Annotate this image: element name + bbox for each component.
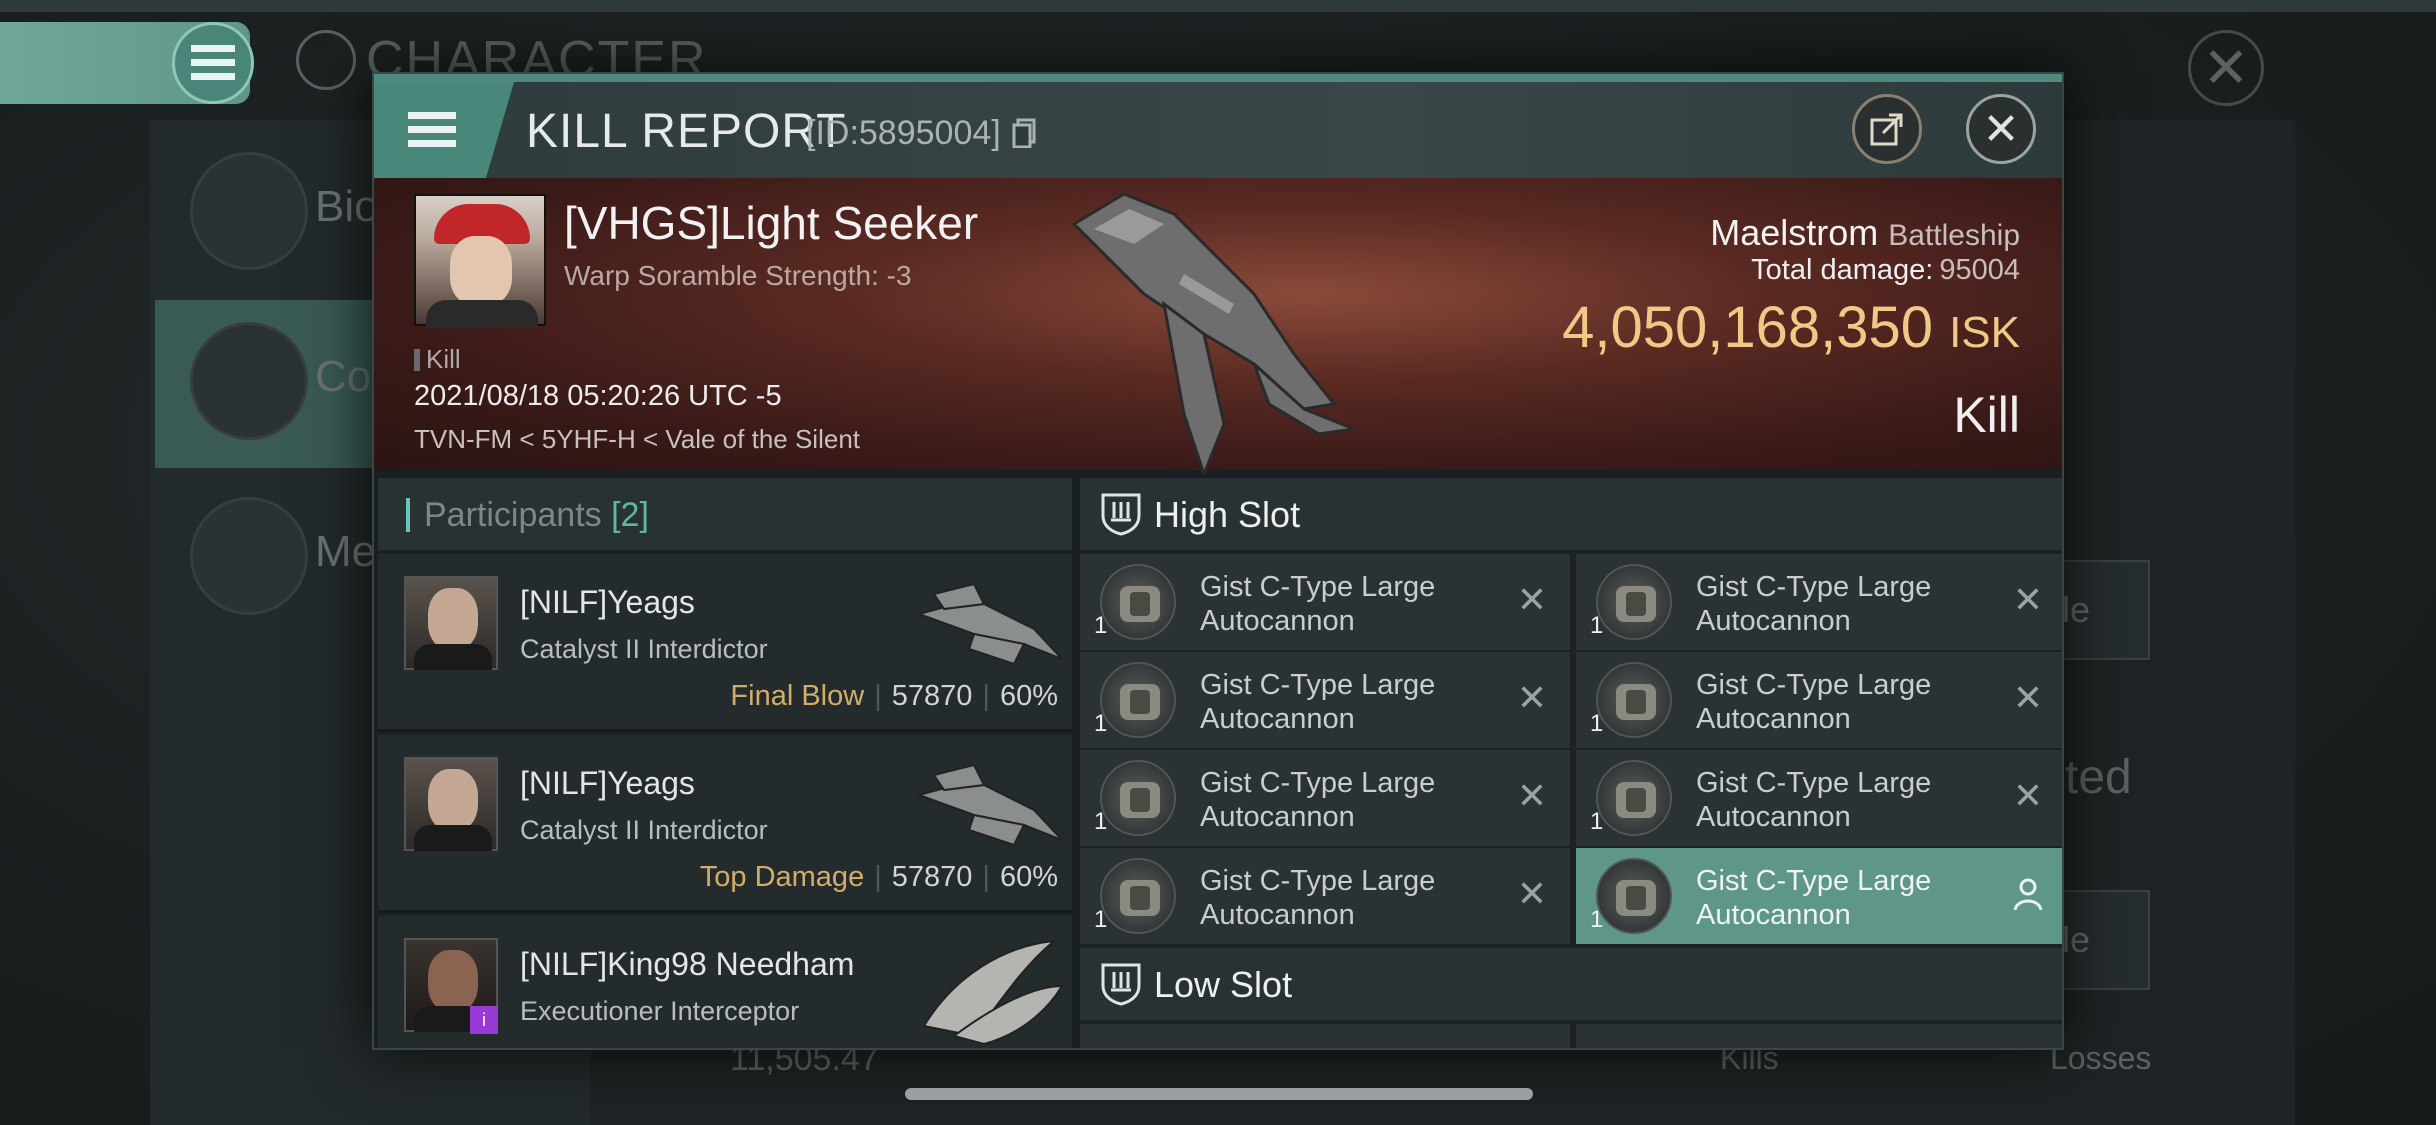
participant-row[interactable]: [NILF]Yeags Catalyst II Interdictor Top … [378, 735, 1072, 913]
participants-count: [2] [611, 496, 649, 534]
participant-row[interactable]: [NILF]Yeags Catalyst II Interdictor Fina… [378, 554, 1072, 732]
autocannon-icon [1100, 662, 1176, 738]
bg-close-button[interactable]: ✕ [2188, 30, 2264, 106]
victim-name[interactable]: [VHGS]Light Seeker [564, 196, 978, 250]
share-button[interactable] [1852, 94, 1922, 164]
dropped-person-icon [2013, 878, 2043, 911]
module-item[interactable]: 1 Gist C-Type Large Autocannon ✕ [1576, 652, 2062, 748]
participant-ship-image [922, 939, 1064, 1046]
high-slot-icon [1101, 493, 1141, 536]
home-indicator [905, 1088, 1533, 1100]
kill-location[interactable]: TVN-FM < 5YHF-H < Vale of the Silent [414, 424, 860, 455]
destroyed-x-icon: ✕ [2012, 579, 2044, 620]
module-quantity: 1 [1094, 808, 1108, 835]
kill-id[interactable]: [ID:5895004] [806, 114, 1036, 153]
total-damage: Total damage: 95004 [1751, 254, 2020, 286]
bg-menu-button[interactable] [172, 22, 254, 104]
star-icon [190, 497, 308, 615]
autocannon-icon [1596, 662, 1672, 738]
kill-report-dialog: KILL REPORT [ID:5895004] ✕ [VHGS]Light S… [372, 72, 2064, 1050]
close-button[interactable]: ✕ [1966, 94, 2036, 164]
module-name: Gist C-Type Large Autocannon [1696, 767, 1932, 833]
victim-ship-image [1071, 192, 1360, 474]
copy-icon[interactable] [1012, 118, 1036, 149]
module-item[interactable]: 1 Gist C-Type Large Autocannon [1576, 848, 2062, 944]
module-name: Gist C-Type Large Autocannon [1200, 865, 1436, 931]
avatar [404, 757, 498, 851]
participants-label: Participants [424, 496, 602, 534]
module-quantity: 1 [1094, 710, 1108, 737]
module-quantity: 1 [1094, 906, 1108, 933]
corp-badge-icon: i [470, 1006, 498, 1034]
destroyed-x-icon: ✕ [1516, 775, 1548, 816]
autocannon-icon [1100, 564, 1176, 640]
low-slot-header: Low Slot [1080, 948, 2062, 1020]
module-name: Gist C-Type Large Autocannon [1200, 571, 1436, 637]
victim-warp-strength: Warp Soramble Strength: -3 [564, 260, 912, 291]
result-label: Kill [1953, 387, 2020, 443]
participant-ship-image [915, 582, 1063, 666]
module-name: Gist C-Type Large Autocannon [1696, 865, 1932, 931]
participants-header: Participants [2] [378, 478, 1072, 550]
module-name: Gist C-Type Large Autocannon [1200, 767, 1436, 833]
crossed-swords-icon [190, 322, 308, 440]
dialog-accent-line [374, 74, 2062, 82]
hamburger-menu-icon [408, 112, 456, 147]
fitting-slots-panel: High Slot 1 Gist C-Type Large Autocannon ✕ 1… [1080, 478, 2062, 1048]
module-quantity: 1 [1094, 612, 1108, 639]
module-quantity: 1 [1590, 808, 1604, 835]
destroyed-x-icon: ✕ [1516, 873, 1548, 914]
isk-value: 4,050,168,350 ISK [1562, 295, 2020, 360]
module-item[interactable]: 1 Gist C-Type Large Autocannon ✕ [1080, 848, 1570, 944]
autocannon-icon [1596, 858, 1672, 934]
module-name: Gist C-Type Large Autocannon [1696, 571, 1932, 637]
participant-ship-image [915, 763, 1063, 847]
module-name: Gist C-Type Large Autocannon [1200, 669, 1436, 735]
module-item[interactable]: 1 Gist C-Type Large Autocannon ✕ [1080, 750, 1570, 846]
character-icon [296, 30, 356, 90]
module-item[interactable]: 1 Gist C-Type Large Autocannon ✕ [1080, 554, 1570, 650]
avatar [404, 576, 498, 670]
bg-losses-label: Losses [2050, 1040, 2152, 1076]
low-slot-module-partial[interactable] [1576, 1024, 2062, 1048]
victim-tag: Kill [414, 344, 461, 375]
bg-right-text: ted [2065, 751, 2132, 804]
destroyed-x-icon: ✕ [1516, 677, 1548, 718]
victim-ship[interactable]: Maelstrom Battleship [1710, 212, 2020, 254]
victim-avatar[interactable] [414, 194, 546, 328]
destroyed-x-icon: ✕ [2012, 775, 2044, 816]
participant-row[interactable]: i [NILF]King98 Needham Executioner Inter… [378, 916, 1072, 1048]
destroyed-x-icon: ✕ [2012, 677, 2044, 718]
hamburger-menu-icon [191, 45, 235, 80]
kill-datetime: 2021/08/18 05:20:26 UTC -5 [414, 380, 782, 412]
autocannon-icon [1596, 760, 1672, 836]
share-icon [1870, 113, 1903, 146]
low-slot-icon [1101, 963, 1141, 1006]
low-slot-module-partial[interactable] [1080, 1024, 1570, 1048]
top-status-bar [0, 0, 2436, 12]
autocannon-icon [1100, 858, 1176, 934]
close-icon: ✕ [1982, 104, 2020, 154]
autocannon-icon [1100, 760, 1176, 836]
module-item[interactable]: 1 Gist C-Type Large Autocannon ✕ [1576, 554, 2062, 650]
list-icon [190, 152, 308, 270]
autocannon-icon [1596, 564, 1672, 640]
module-quantity: 1 [1590, 906, 1604, 933]
destroyed-x-icon: ✕ [1516, 579, 1548, 620]
high-slot-header: High Slot [1080, 478, 2062, 550]
module-quantity: 1 [1590, 612, 1604, 639]
dialog-title: KILL REPORT [526, 105, 847, 158]
module-item[interactable]: 1 Gist C-Type Large Autocannon ✕ [1080, 652, 1570, 748]
participants-panel: Participants [2] [NILF]Yeags Catalyst II… [378, 478, 1072, 1048]
module-item[interactable]: 1 Gist C-Type Large Autocannon ✕ [1576, 750, 2062, 846]
module-name: Gist C-Type Large Autocannon [1696, 669, 1932, 735]
module-quantity: 1 [1590, 710, 1604, 737]
kill-id-text: [ID:5895004] [806, 114, 1001, 152]
